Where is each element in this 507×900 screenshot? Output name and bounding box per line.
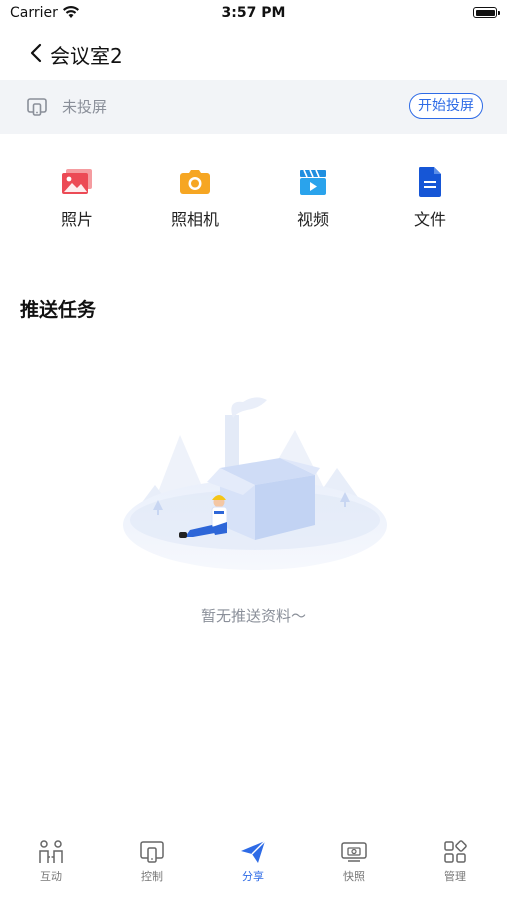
status-bar: Carrier 3:57 PM: [0, 0, 507, 28]
battery-icon: [473, 7, 500, 18]
video-icon: [300, 169, 326, 195]
projection-status-bar: 未投屏 开始投屏: [0, 80, 507, 134]
page-title: 会议室2: [50, 44, 123, 68]
start-projection-button[interactable]: 开始投屏: [409, 93, 483, 119]
share-send-icon: [241, 840, 266, 863]
control-icon: [140, 841, 164, 863]
tab-share-label: 分享: [242, 870, 264, 883]
share-file-label: 文件: [413, 210, 446, 229]
share-video-button[interactable]: 视频: [263, 166, 363, 230]
tab-manage[interactable]: 管理: [415, 838, 495, 884]
status-time: 3:57 PM: [221, 5, 286, 21]
share-camera-button[interactable]: 照相机: [145, 166, 245, 230]
tab-interaction-label: 互动: [40, 870, 62, 883]
snapshot-icon: [341, 842, 367, 862]
tab-snapshot-label: 快照: [343, 870, 365, 883]
nav-bar: 会议室2: [0, 30, 507, 76]
screen: Carrier 3:57 PM 会议室2 未投屏 开始投屏 照片 照相机 视频 …: [0, 0, 507, 900]
tab-interaction[interactable]: 互动: [11, 838, 91, 884]
share-file-button[interactable]: 文件: [380, 166, 480, 230]
share-photo-button[interactable]: 照片: [27, 166, 127, 230]
tab-share[interactable]: 分享: [213, 838, 293, 884]
bottom-tab-bar: 互动 控制 分享 快照 管理: [0, 830, 507, 900]
tab-snapshot[interactable]: 快照: [314, 838, 394, 884]
empty-state-illustration: [115, 390, 395, 594]
share-video-label: 视频: [296, 210, 329, 229]
tab-control[interactable]: 控制: [112, 838, 192, 884]
tab-control-label: 控制: [141, 870, 163, 883]
back-chevron-icon[interactable]: [26, 40, 48, 66]
photo-icon: [62, 169, 92, 194]
projection-status-text: 未投屏: [62, 98, 108, 116]
cast-screen-icon: [26, 96, 48, 122]
file-icon: [419, 167, 441, 197]
share-photo-label: 照片: [60, 210, 93, 229]
share-camera-label: 照相机: [170, 210, 219, 229]
manage-grid-icon: [444, 840, 467, 863]
camera-icon: [180, 170, 210, 194]
empty-state-text: 暂无推送资料～: [200, 607, 306, 625]
push-tasks-heading: 推送任务: [20, 299, 97, 321]
tab-manage-label: 管理: [444, 870, 466, 883]
interaction-icon: [39, 840, 63, 863]
share-options: 照片 照相机 视频 文件: [0, 166, 507, 236]
